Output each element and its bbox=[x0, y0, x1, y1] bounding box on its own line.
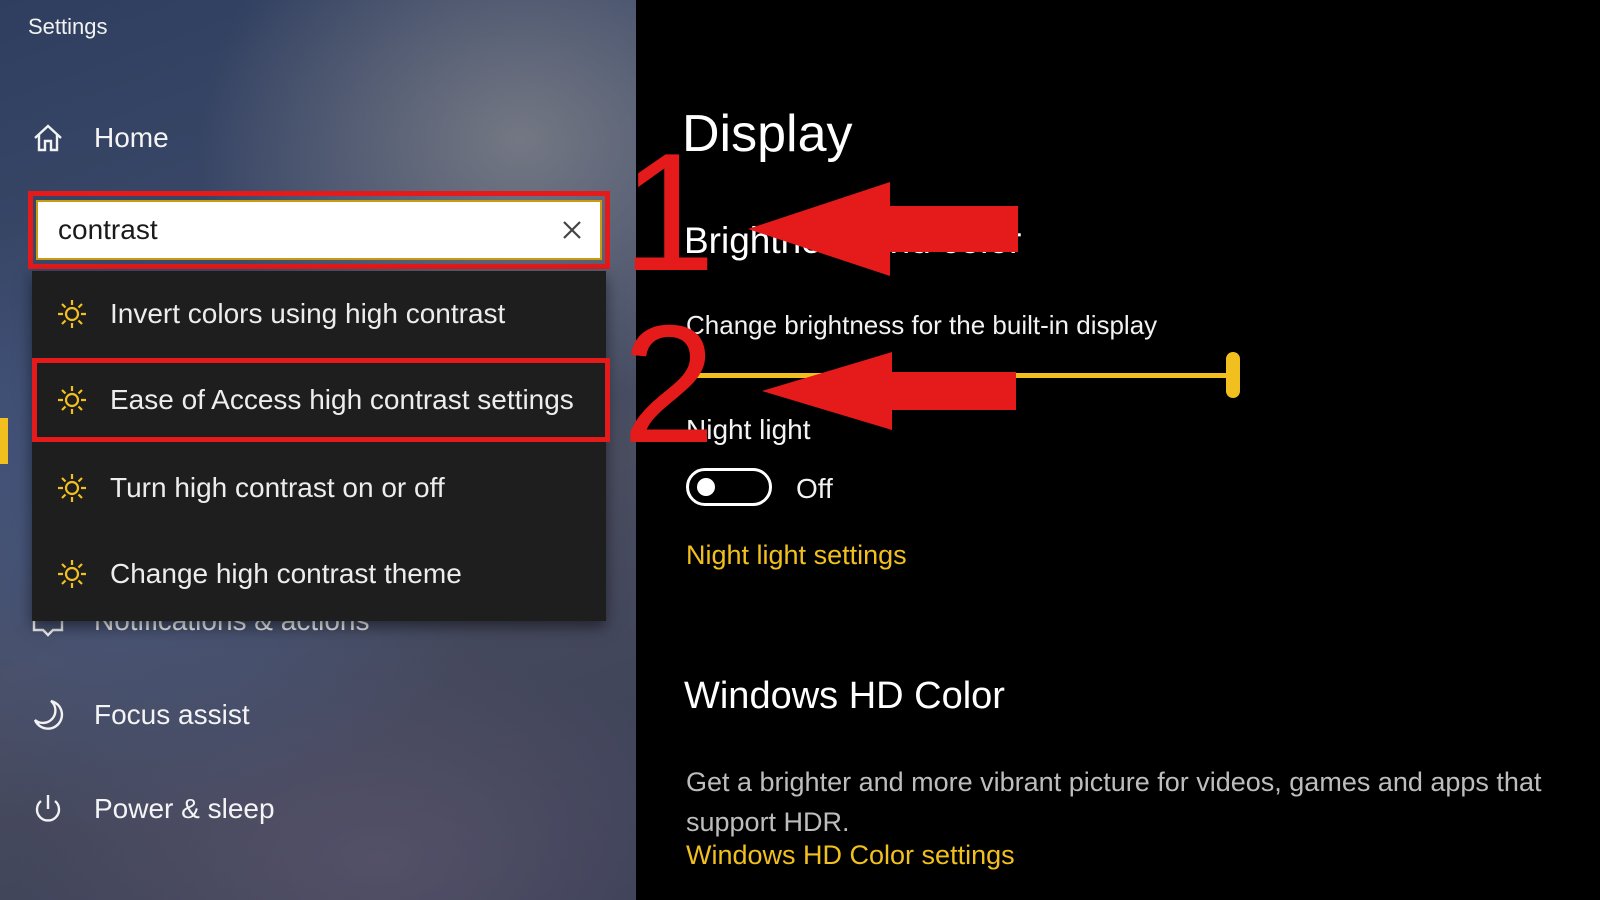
sidebar: Settings Home Notifications & actions Fo… bbox=[0, 0, 636, 900]
suggestion-label: Turn high contrast on or off bbox=[110, 472, 445, 503]
brightness-label: Change brightness for the built-in displ… bbox=[686, 310, 1158, 340]
sun-icon bbox=[54, 470, 90, 506]
power-icon bbox=[30, 791, 66, 827]
sidebar-item-label: Home bbox=[94, 122, 169, 153]
sidebar-item-label: Focus assist bbox=[94, 699, 250, 730]
search-box bbox=[36, 200, 602, 260]
toggle-knob bbox=[697, 478, 715, 496]
sun-icon bbox=[54, 296, 90, 332]
app-title: Settings bbox=[28, 14, 108, 39]
hd-color-settings-link[interactable]: Windows HD Color settings bbox=[686, 840, 1015, 871]
night-light-settings-link[interactable]: Night light settings bbox=[686, 540, 907, 571]
annotation-arrow-2 bbox=[762, 352, 1016, 430]
annotation-step-2: 2 bbox=[622, 290, 716, 478]
close-icon[interactable] bbox=[544, 202, 600, 258]
hd-color-description: Get a brighter and more vibrant picture … bbox=[686, 767, 1542, 837]
selection-indicator bbox=[0, 418, 8, 464]
annotation-step-1: 1 bbox=[622, 118, 716, 306]
suggestion-item[interactable]: Turn high contrast on or off bbox=[32, 445, 606, 531]
suggestion-label: Change high contrast theme bbox=[110, 558, 462, 589]
suggestion-item[interactable]: Ease of Access high contrast settings bbox=[32, 357, 606, 443]
sidebar-item-home[interactable]: Home bbox=[30, 116, 169, 160]
search-input[interactable] bbox=[38, 202, 544, 258]
suggestion-label: Invert colors using high contrast bbox=[110, 298, 506, 329]
suggestion-item[interactable]: Change high contrast theme bbox=[32, 531, 606, 617]
section-title-hd-color: Windows HD Color bbox=[684, 675, 1005, 717]
sidebar-item-focus-assist[interactable]: Focus assist bbox=[30, 693, 250, 737]
home-icon bbox=[30, 120, 66, 156]
suggestion-label: Ease of Access high contrast settings bbox=[110, 384, 574, 415]
sun-icon bbox=[54, 382, 90, 418]
brightness-slider-thumb[interactable] bbox=[1226, 352, 1240, 398]
search-suggestions: Invert colors using high contrast Ease o… bbox=[32, 271, 606, 621]
night-light-state: Off bbox=[796, 473, 833, 504]
sidebar-item-label: Power & sleep bbox=[94, 793, 275, 824]
sun-icon bbox=[54, 556, 90, 592]
sidebar-item-power-sleep[interactable]: Power & sleep bbox=[30, 787, 275, 831]
moon-icon bbox=[30, 697, 66, 733]
suggestion-item[interactable]: Invert colors using high contrast bbox=[32, 271, 606, 357]
annotation-arrow-1 bbox=[748, 182, 1018, 276]
